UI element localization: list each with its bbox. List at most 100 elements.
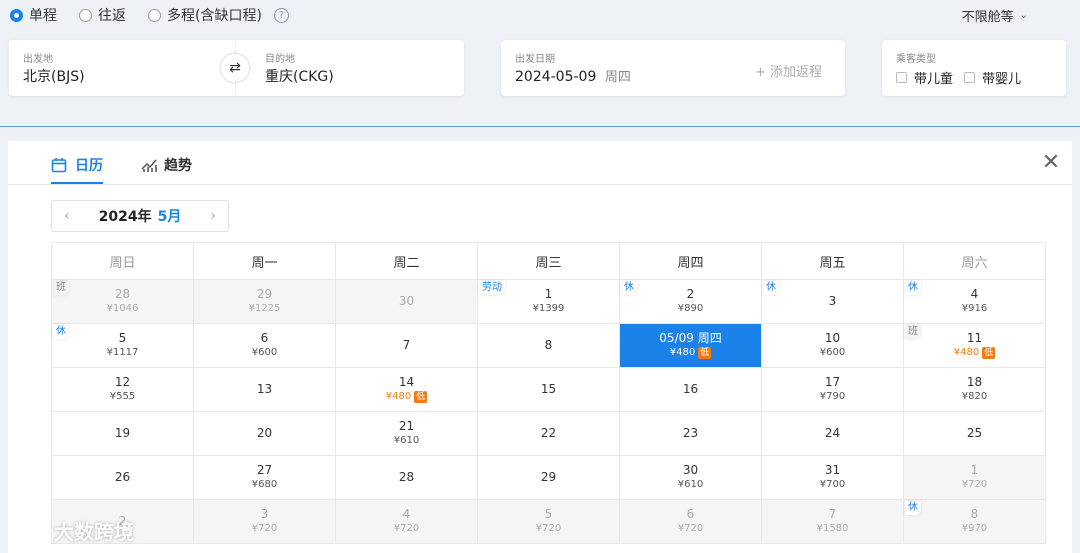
day-number: 28 <box>398 470 415 484</box>
trip-type-row: 单程 往返 多程(含缺口程) ? <box>0 0 1080 30</box>
holiday-badge: 休 <box>621 281 637 295</box>
day-price: ¥720 <box>678 522 703 536</box>
calendar-day-selected[interactable]: 05/09 周四 ¥480 低 <box>620 324 762 368</box>
calendar-day[interactable]: 17 ¥790 <box>762 368 904 412</box>
calendar-day[interactable]: 5 ¥720 <box>478 500 620 544</box>
day-price: ¥480 低 <box>670 346 712 360</box>
day-number: 3 <box>828 294 837 308</box>
origin-input[interactable]: 北京(BJS) <box>23 66 85 86</box>
day-price: ¥970 <box>962 522 987 536</box>
calendar-day[interactable]: 29 <box>478 456 620 500</box>
tab-trend[interactable]: 趋势 <box>141 155 192 175</box>
calendar-day[interactable]: 13 <box>194 368 336 412</box>
month-label: 5月 <box>157 209 182 225</box>
calendar-day[interactable]: 休3 <box>762 280 904 324</box>
calendar-day[interactable]: 休 4 ¥916 <box>904 280 1046 324</box>
day-number: 19 <box>114 426 131 440</box>
tab-calendar[interactable]: 日历 <box>51 155 103 175</box>
weekday-header-cell: 周二 <box>336 243 478 280</box>
calendar-day[interactable]: 22 <box>478 412 620 456</box>
calendar-day[interactable]: 休 8 ¥970 <box>904 500 1046 544</box>
holiday-badge: 休 <box>905 501 921 515</box>
help-icon[interactable]: ? <box>273 7 289 23</box>
calendar-day[interactable]: 23 <box>620 412 762 456</box>
departure-date-card: 出发日期 2024-05-09 周四 + 添加返程 <box>501 40 845 96</box>
year-label: 2024年 <box>98 209 152 225</box>
calendar-week-row: 26 27 ¥680 28 29 30 ¥610 31 ¥700 1 ¥720 <box>52 456 1046 500</box>
cabin-class-select[interactable]: 不限舱等 ⌄ <box>962 6 1028 25</box>
calendar-day[interactable]: 7 <box>336 324 478 368</box>
day-price: ¥480 低 <box>386 390 428 404</box>
trip-type-roundtrip-radio[interactable]: 往返 <box>79 5 126 25</box>
price-value: ¥820 <box>961 391 988 402</box>
calendar-day[interactable]: 7 ¥1580 <box>762 500 904 544</box>
add-return-button[interactable]: + 添加返程 <box>755 61 822 80</box>
calendar-day[interactable]: 6 ¥600 <box>194 324 336 368</box>
weekday-header-cell: 周五 <box>762 243 904 280</box>
calendar-day[interactable]: 14 ¥480 低 <box>336 368 478 412</box>
close-icon[interactable]: ✕ <box>1040 152 1062 175</box>
trip-type-oneway-radio[interactable]: 单程 <box>10 5 57 25</box>
swap-route-icon[interactable]: ⇄ <box>221 54 249 82</box>
day-price: ¥720 <box>394 522 419 536</box>
checkbox-icon <box>896 72 907 83</box>
calendar-day[interactable]: 28 <box>336 456 478 500</box>
calendar-day[interactable]: 29 ¥1225 <box>194 280 336 324</box>
price-value: ¥1399 <box>532 303 565 314</box>
calendar-day[interactable]: 31 ¥700 <box>762 456 904 500</box>
calendar-day[interactable]: 10 ¥600 <box>762 324 904 368</box>
day-number: 17 <box>824 375 841 389</box>
calendar-day[interactable]: 30 ¥610 <box>620 456 762 500</box>
calendar-day[interactable]: 8 <box>478 324 620 368</box>
price-value: ¥1225 <box>248 303 281 314</box>
calendar-panel: 日历 趋势 ✕ ‹ 2024年 5月 › 周日 周一 周二 周三 周四 周五 周六 班 28 ¥1… <box>8 141 1072 553</box>
calendar-day[interactable]: 班 28 ¥1046 <box>52 280 194 324</box>
departure-date-input[interactable]: 2024-05-09 周四 <box>515 66 631 85</box>
month-navigator: ‹ 2024年 5月 › <box>51 200 229 232</box>
calendar-day[interactable]: 30 <box>336 280 478 324</box>
destination-input[interactable]: 重庆(CKG) <box>265 66 334 86</box>
calendar-day[interactable]: 27 ¥680 <box>194 456 336 500</box>
price-value: ¥555 <box>109 391 136 402</box>
calendar-day[interactable]: 劳动 1 ¥1399 <box>478 280 620 324</box>
price-value: ¥720 <box>535 523 562 534</box>
day-price: ¥1580 <box>817 522 849 536</box>
weekday-header-cell: 周一 <box>194 243 336 280</box>
calendar-day[interactable]: 26 <box>52 456 194 500</box>
tab-calendar-label: 日历 <box>75 158 103 174</box>
calendar-day[interactable]: 21 ¥610 <box>336 412 478 456</box>
weekday-header: 周日 周一 周二 周三 周四 周五 周六 <box>52 243 1046 280</box>
trip-type-label: 单程 <box>29 8 57 24</box>
calendar-day[interactable]: 18 ¥820 <box>904 368 1046 412</box>
calendar-day[interactable]: 25 <box>904 412 1046 456</box>
next-month-icon[interactable]: › <box>210 208 216 224</box>
day-number: 8 <box>970 507 979 521</box>
cabin-class-value: 不限舱等 <box>961 10 1014 25</box>
day-price: ¥1117 <box>107 346 139 360</box>
price-value: ¥600 <box>819 347 846 358</box>
day-number: 5 <box>544 507 553 521</box>
prev-month-icon[interactable]: ‹ <box>64 208 70 224</box>
day-number: 15 <box>540 382 557 396</box>
price-value: ¥720 <box>393 523 420 534</box>
trip-type-label: 往返 <box>98 8 126 24</box>
calendar-day[interactable]: 班 11 ¥480 低 <box>904 324 1046 368</box>
calendar-day[interactable]: 休 5 ¥1117 <box>52 324 194 368</box>
calendar-day[interactable]: 3 ¥720 <box>194 500 336 544</box>
with-infant-checkbox[interactable]: 带婴儿 <box>964 68 1021 87</box>
calendar-day[interactable]: 6 ¥720 <box>620 500 762 544</box>
calendar-day[interactable]: 12 ¥555 <box>52 368 194 412</box>
calendar-day[interactable]: 4 ¥720 <box>336 500 478 544</box>
with-child-checkbox[interactable]: 带儿童 <box>896 68 953 87</box>
calendar-day[interactable]: 15 <box>478 368 620 412</box>
trip-type-multicity-radio[interactable]: 多程(含缺口程) <box>148 5 262 25</box>
calendar-day[interactable]: 休 2 ¥890 <box>620 280 762 324</box>
calendar-day[interactable]: 24 <box>762 412 904 456</box>
calendar-day[interactable]: 19 <box>52 412 194 456</box>
day-number: 6 <box>686 507 695 521</box>
weekday-header-cell: 周日 <box>52 243 194 280</box>
calendar-day[interactable]: 20 <box>194 412 336 456</box>
holiday-badge: 休 <box>905 281 921 295</box>
calendar-day[interactable]: 16 <box>620 368 762 412</box>
calendar-day[interactable]: 1 ¥720 <box>904 456 1046 500</box>
